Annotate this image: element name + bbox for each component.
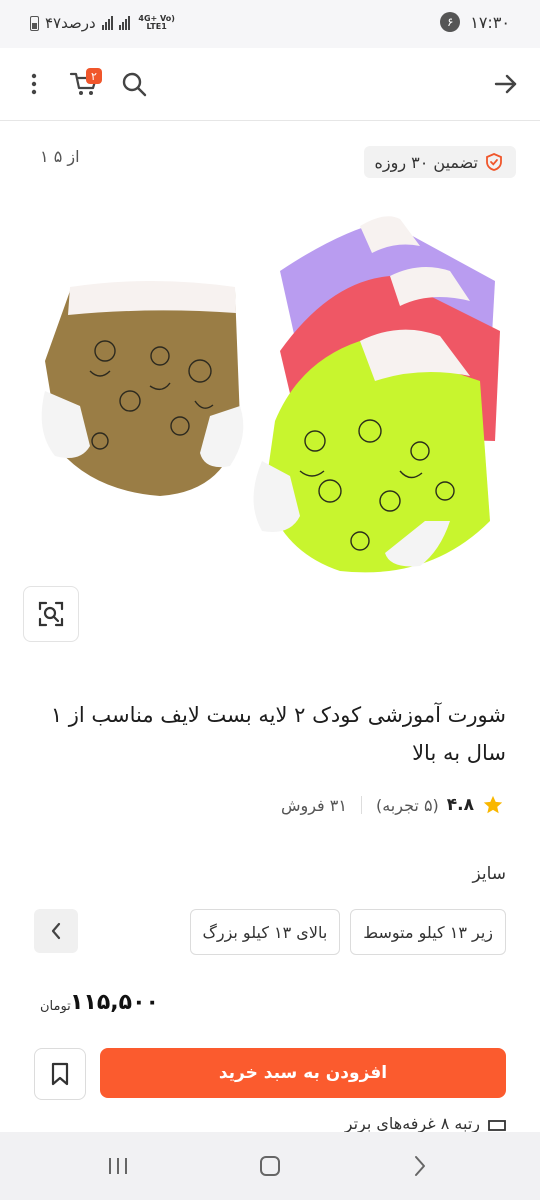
chevron-right-icon [415,1156,425,1176]
clock: ۱۷:۳۰ [470,12,510,32]
battery-text: ۴۷درصد [45,14,96,32]
more-menu-button[interactable] [14,64,54,104]
size-scroll-button[interactable] [34,909,78,953]
size-label: سایز [472,864,506,884]
sales-count: ۳۱ فروش [280,795,347,815]
brown-short-image [41,281,244,496]
star-icon [483,795,503,814]
system-nav-bar [0,1132,540,1200]
size-options: زیر ۱۳ کیلو متوسط بالای ۱۳ کیلو بزرگ [189,909,506,955]
recent-apps-button[interactable] [98,1150,138,1182]
image-search-icon [38,601,64,627]
chevron-left-icon [51,922,61,940]
signal-icon-2 [118,16,130,30]
bookmark-icon [51,1062,69,1086]
visual-search-button[interactable] [23,586,79,642]
bookmark-button[interactable] [34,1048,86,1100]
rating-row[interactable]: ۴.۸ (۵ تجربه) ۳۱ فروش [281,794,504,816]
product-title: شورت آموزشی کودک ۲ لایه بست لایف مناسب ا… [50,703,506,765]
guarantee-badge: تضمین ۳۰ روزه [364,146,516,178]
divider [360,796,362,814]
cart-button[interactable]: ۲ [64,64,104,104]
back-arrow-icon [494,74,517,94]
more-vertical-icon [31,73,37,95]
notification-count: ۶ [440,12,461,32]
stacked-shorts-image [253,216,500,573]
guarantee-label: تضمین ۳۰ روزه [374,152,478,172]
signal-icon [101,16,113,30]
review-count: (۵ تجربه) [375,795,439,815]
recent-apps-icon [109,1158,127,1174]
network-type: 4G+ Vo) LTE1 [138,14,175,31]
status-right: ۶ ۱۷:۳۰ [440,12,510,32]
battery-icon [30,15,39,31]
size-option-medium[interactable]: زیر ۱۳ کیلو متوسط [350,909,506,955]
price-value: ۱۱۵,۵۰۰ [70,990,159,1015]
search-button[interactable] [114,64,154,104]
add-to-cart-button[interactable]: افزودن به سبد خرید [100,1048,506,1098]
cart-count-badge: ۲ [86,68,102,84]
system-back-button[interactable] [400,1150,440,1182]
top-app-bar: ۲ [0,48,540,121]
home-button[interactable] [250,1150,290,1182]
price: تومان ۱۱۵,۵۰۰ [40,990,159,1015]
price-currency: تومان [40,999,71,1014]
status-bar: ۴۷درصد 4G+ Vo) LTE1 ۶ ۱۷:۳۰ [0,0,540,48]
shield-check-icon [486,153,502,171]
shop-rank-row[interactable]: رتبه ۸ غرفه‌های برتر [345,1114,506,1133]
home-icon [260,1156,280,1176]
rating-score: ۴.۸ [446,795,474,815]
size-option-large[interactable]: بالای ۱۳ کیلو بزرگ [189,909,341,955]
image-counter: ۱ از ۵ [40,147,80,166]
shop-icon [488,1119,506,1131]
product-image [41,216,500,573]
product-gallery[interactable]: ۱ از ۵ تضمین ۳۰ روزه [0,121,540,661]
back-button[interactable] [486,64,526,104]
status-left: ۴۷درصد 4G+ Vo) LTE1 [30,14,178,32]
search-icon [122,72,147,97]
shop-rank-text: رتبه ۸ غرفه‌های برتر [344,1114,480,1133]
